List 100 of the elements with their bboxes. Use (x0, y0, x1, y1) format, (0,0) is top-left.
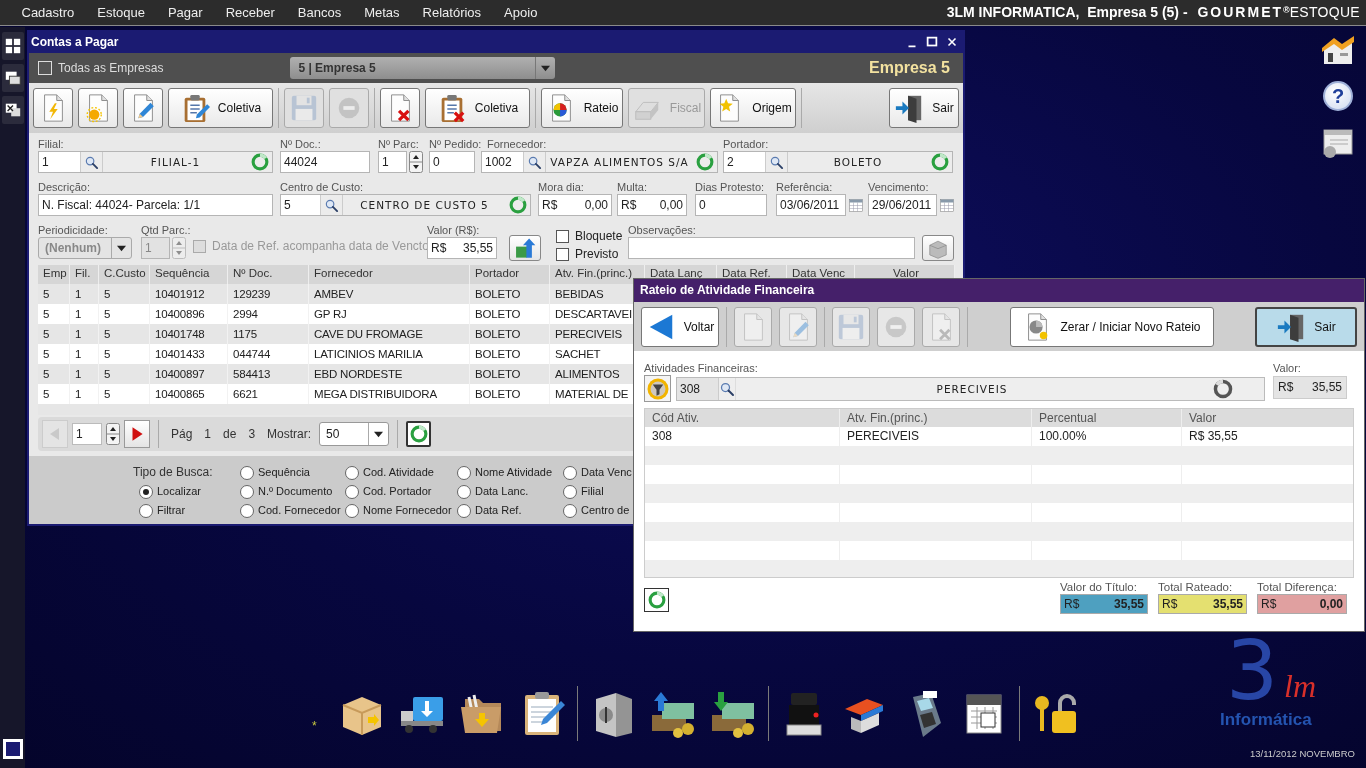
radio-button[interactable] (457, 484, 471, 499)
toolbar-button[interactable]: Coletiva (168, 88, 273, 128)
refresh-button[interactable] (406, 421, 432, 447)
code-field[interactable]: 5 (281, 195, 321, 215)
toolbar-button[interactable]: Voltar (641, 306, 719, 347)
icon-button[interactable] (509, 235, 541, 261)
toolbar-button[interactable] (78, 88, 118, 128)
page-label: de (223, 426, 237, 443)
radio-button[interactable] (563, 465, 577, 480)
window-icon[interactable] (2, 738, 24, 760)
toolbar-button[interactable] (380, 88, 420, 128)
page-field[interactable]: 1 (72, 423, 102, 445)
search-title: Tipo de Busca: (133, 464, 214, 481)
stepper[interactable] (409, 151, 423, 173)
windows-icon[interactable] (3, 69, 22, 87)
toolbar-button[interactable] (123, 88, 163, 128)
refresh-icon[interactable] (1212, 377, 1234, 400)
radio-label: Nome Fornecedor (363, 503, 452, 519)
money-field[interactable]: R$ 35,55 (427, 237, 497, 259)
text-field[interactable]: 0 (695, 194, 767, 216)
field-label: Atividades Financeiras: (644, 361, 758, 375)
stepper[interactable] (106, 423, 120, 445)
search-icon[interactable] (769, 154, 784, 170)
menu-item[interactable]: Bancos (286, 0, 353, 25)
toolbar-button[interactable] (33, 88, 73, 128)
save-icon (289, 93, 319, 123)
search-icon[interactable] (84, 154, 99, 170)
toolbar-button[interactable]: Origem (710, 88, 796, 128)
caret-icon (540, 63, 552, 73)
radio-button[interactable] (345, 465, 359, 480)
radio-button[interactable] (563, 503, 577, 518)
menu-item[interactable]: Estoque (85, 0, 157, 25)
code-field[interactable]: 1002 (482, 152, 524, 172)
text-field[interactable]: 44024 (280, 151, 370, 173)
toolbar-button[interactable]: Sair (889, 88, 959, 128)
money-field[interactable]: R$ 0,00 (617, 194, 687, 216)
next-button[interactable] (124, 420, 150, 448)
icon-button[interactable] (922, 235, 954, 261)
radio-label: Data Venc (581, 465, 632, 481)
text-field[interactable]: N. Fiscal: 44024- Parcela: 1/1 (38, 194, 273, 216)
radio-button[interactable] (139, 484, 153, 499)
menu-item[interactable]: Metas (352, 0, 412, 25)
search-icon[interactable] (324, 197, 339, 213)
radio-button[interactable] (139, 503, 153, 518)
maximize-icon[interactable] (925, 34, 939, 49)
close-windows-icon[interactable] (3, 101, 22, 119)
toolbar-button[interactable]: Sair (1255, 306, 1357, 347)
refresh-icon[interactable] (695, 152, 715, 172)
code-field[interactable]: 308 (677, 377, 719, 400)
radio-button[interactable] (345, 503, 359, 518)
radio-button[interactable] (240, 484, 254, 499)
code-field[interactable]: 2 (724, 152, 766, 172)
text-field[interactable]: 29/06/2011 (868, 194, 937, 216)
window-settings-icon[interactable] (1320, 126, 1356, 158)
radio-button[interactable] (457, 503, 471, 518)
search-icon[interactable] (719, 380, 735, 397)
page-size-dropdown[interactable]: 50 (319, 422, 390, 446)
field-label: Descrição: (38, 180, 90, 194)
refresh-icon[interactable] (930, 152, 950, 172)
toolbar-button[interactable]: Zerar / Iniciar Novo Rateio (1009, 306, 1214, 347)
checkbox-label: Bloquete (575, 228, 623, 245)
help-button[interactable]: ? (1323, 81, 1353, 111)
menu-item[interactable]: Cadastro (10, 0, 86, 25)
checkbox[interactable] (556, 247, 569, 261)
refresh-icon[interactable] (250, 152, 270, 172)
field-label: Portador: (723, 137, 769, 151)
company-dropdown[interactable]: 5 | Empresa 5 (290, 57, 556, 79)
radio-button[interactable] (345, 484, 359, 499)
toolbar-button[interactable]: Rateio (541, 88, 623, 128)
total-field: R$ 35,55 (1060, 594, 1148, 614)
code-field[interactable]: 1 (39, 152, 81, 172)
text-field[interactable] (628, 237, 915, 259)
menu-item[interactable]: Pagar (156, 0, 215, 25)
radio-label: Data Lanc. (475, 484, 529, 500)
radio-label: Filtrar (157, 503, 186, 519)
radio-button[interactable] (563, 484, 577, 499)
toolbar-button[interactable]: Coletiva (425, 88, 530, 128)
radio-button[interactable] (240, 503, 254, 518)
filter-button[interactable] (644, 375, 671, 402)
money-field[interactable]: R$ 0,00 (538, 194, 612, 216)
page-total: 3 (248, 426, 256, 443)
text-field[interactable]: 0 (429, 151, 475, 173)
text-field[interactable]: 03/06/2011 (776, 194, 846, 216)
field-label: Qtd Parc.: (141, 223, 191, 237)
total-field: R$ 0,00 (1257, 594, 1347, 614)
building-icon[interactable] (1320, 34, 1356, 66)
search-icon[interactable] (527, 154, 542, 170)
grid-icon[interactable] (3, 37, 22, 55)
refresh-icon[interactable] (508, 195, 528, 215)
radio-label: Cod. Portador (363, 484, 432, 500)
text-field[interactable]: 1 (378, 151, 407, 173)
radio-button[interactable] (240, 465, 254, 480)
radio-button[interactable] (457, 465, 471, 480)
menu-item[interactable]: Apoio (492, 0, 549, 25)
refresh-button[interactable] (644, 588, 669, 612)
menu-item[interactable]: Relatórios (411, 0, 493, 25)
lookup-value: BOLETO (787, 152, 928, 172)
menu-item[interactable]: Receber (214, 0, 287, 25)
checkbox-label: Todas as Empresas (58, 60, 164, 77)
checkbox[interactable] (556, 229, 569, 243)
